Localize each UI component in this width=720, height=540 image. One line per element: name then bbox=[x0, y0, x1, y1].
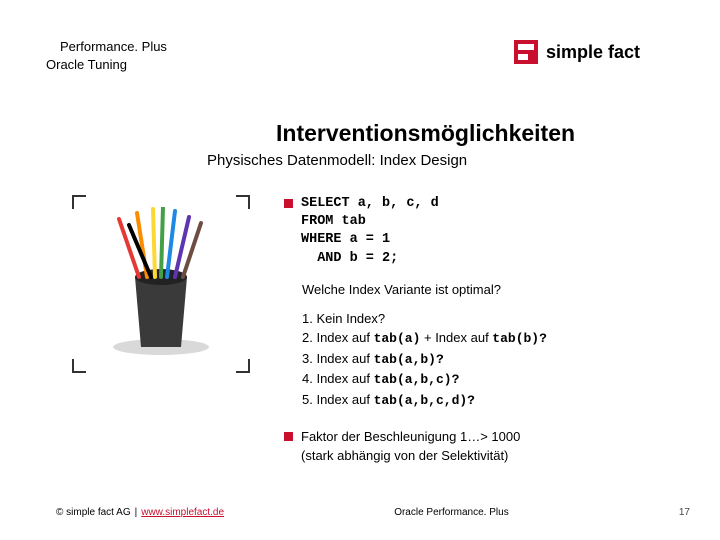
opt1-text: 1. Kein Index? bbox=[302, 311, 385, 326]
sql-block: SELECT a, b, c, d FROM tab WHERE a = 1 A… bbox=[284, 195, 680, 268]
corner-tl-icon bbox=[72, 195, 86, 209]
header-line2: Oracle Tuning bbox=[46, 56, 167, 74]
corner-bl-icon bbox=[72, 359, 86, 373]
footer-center: Oracle Performance. Plus bbox=[394, 507, 509, 518]
factor-text: Faktor der Beschleunigung 1…> 1000 (star… bbox=[301, 428, 520, 464]
option-5: 5. Index auf tab(a,b,c,d)? bbox=[302, 390, 680, 411]
logo: simple fact bbox=[514, 38, 674, 66]
page-subtitle: Physisches Datenmodell: Index Design bbox=[207, 152, 467, 169]
pencil-cup-icon bbox=[101, 207, 221, 357]
bullet-icon bbox=[284, 432, 293, 441]
option-3: 3. Index auf tab(a,b)? bbox=[302, 349, 680, 370]
opt4-code: tab(a,b,c)? bbox=[374, 372, 460, 387]
page-title: Interventionsmöglichkeiten bbox=[276, 120, 575, 147]
opt5-pre: 5. Index auf bbox=[302, 392, 374, 407]
opt3-pre: 3. Index auf bbox=[302, 351, 374, 366]
factor-l1: Faktor der Beschleunigung 1…> 1000 bbox=[301, 429, 520, 444]
slide: Performance. Plus Oracle Tuning simple f… bbox=[0, 0, 720, 540]
sql-l1: SELECT a, b, c, d bbox=[301, 196, 439, 211]
header-text: Performance. Plus Oracle Tuning bbox=[46, 38, 167, 73]
copyright: © simple fact AG bbox=[56, 507, 131, 518]
bullet-icon bbox=[284, 199, 293, 208]
sql-l2: FROM tab bbox=[301, 214, 366, 229]
header: Performance. Plus Oracle Tuning simple f… bbox=[0, 38, 720, 73]
factor-l2: (stark abhängig von der Selektivität) bbox=[301, 448, 508, 463]
corner-br-icon bbox=[236, 359, 250, 373]
footer-separator: | bbox=[135, 507, 138, 518]
footer-left: © simple fact AG | www.simplefact.de bbox=[56, 507, 224, 518]
sql-l4: AND b = 2; bbox=[301, 251, 398, 266]
opt3-code: tab(a,b)? bbox=[374, 352, 444, 367]
opt2-code2: tab(b)? bbox=[492, 331, 547, 346]
opt4-pre: 4. Index auf bbox=[302, 371, 374, 386]
opt2-pre: 2. Index auf bbox=[302, 330, 374, 345]
option-2: 2. Index auf tab(a) + Index auf tab(b)? bbox=[302, 328, 680, 349]
sql-code: SELECT a, b, c, d FROM tab WHERE a = 1 A… bbox=[301, 195, 439, 268]
content-area: SELECT a, b, c, d FROM tab WHERE a = 1 A… bbox=[284, 195, 680, 465]
footer: © simple fact AG | www.simplefact.de Ora… bbox=[56, 507, 690, 518]
page-number: 17 bbox=[679, 507, 690, 518]
sql-l3: WHERE a = 1 bbox=[301, 232, 390, 247]
option-4: 4. Index auf tab(a,b,c)? bbox=[302, 369, 680, 390]
footer-link[interactable]: www.simplefact.de bbox=[141, 507, 224, 518]
opt5-code: tab(a,b,c,d)? bbox=[374, 393, 475, 408]
header-line1: Performance. Plus bbox=[46, 38, 167, 56]
option-1: 1. Kein Index? bbox=[302, 309, 680, 329]
logo-mark-icon: simple fact bbox=[514, 38, 674, 66]
factor-block: Faktor der Beschleunigung 1…> 1000 (star… bbox=[284, 428, 680, 464]
opt2-code: tab(a) bbox=[374, 331, 421, 346]
svg-text:simple fact: simple fact bbox=[546, 42, 640, 62]
corner-tr-icon bbox=[236, 195, 250, 209]
illustration-frame bbox=[72, 195, 250, 373]
opt2-mid: + Index auf bbox=[420, 330, 492, 345]
options-list: 1. Kein Index? 2. Index auf tab(a) + Ind… bbox=[302, 309, 680, 411]
question-text: Welche Index Variante ist optimal? bbox=[302, 282, 680, 297]
